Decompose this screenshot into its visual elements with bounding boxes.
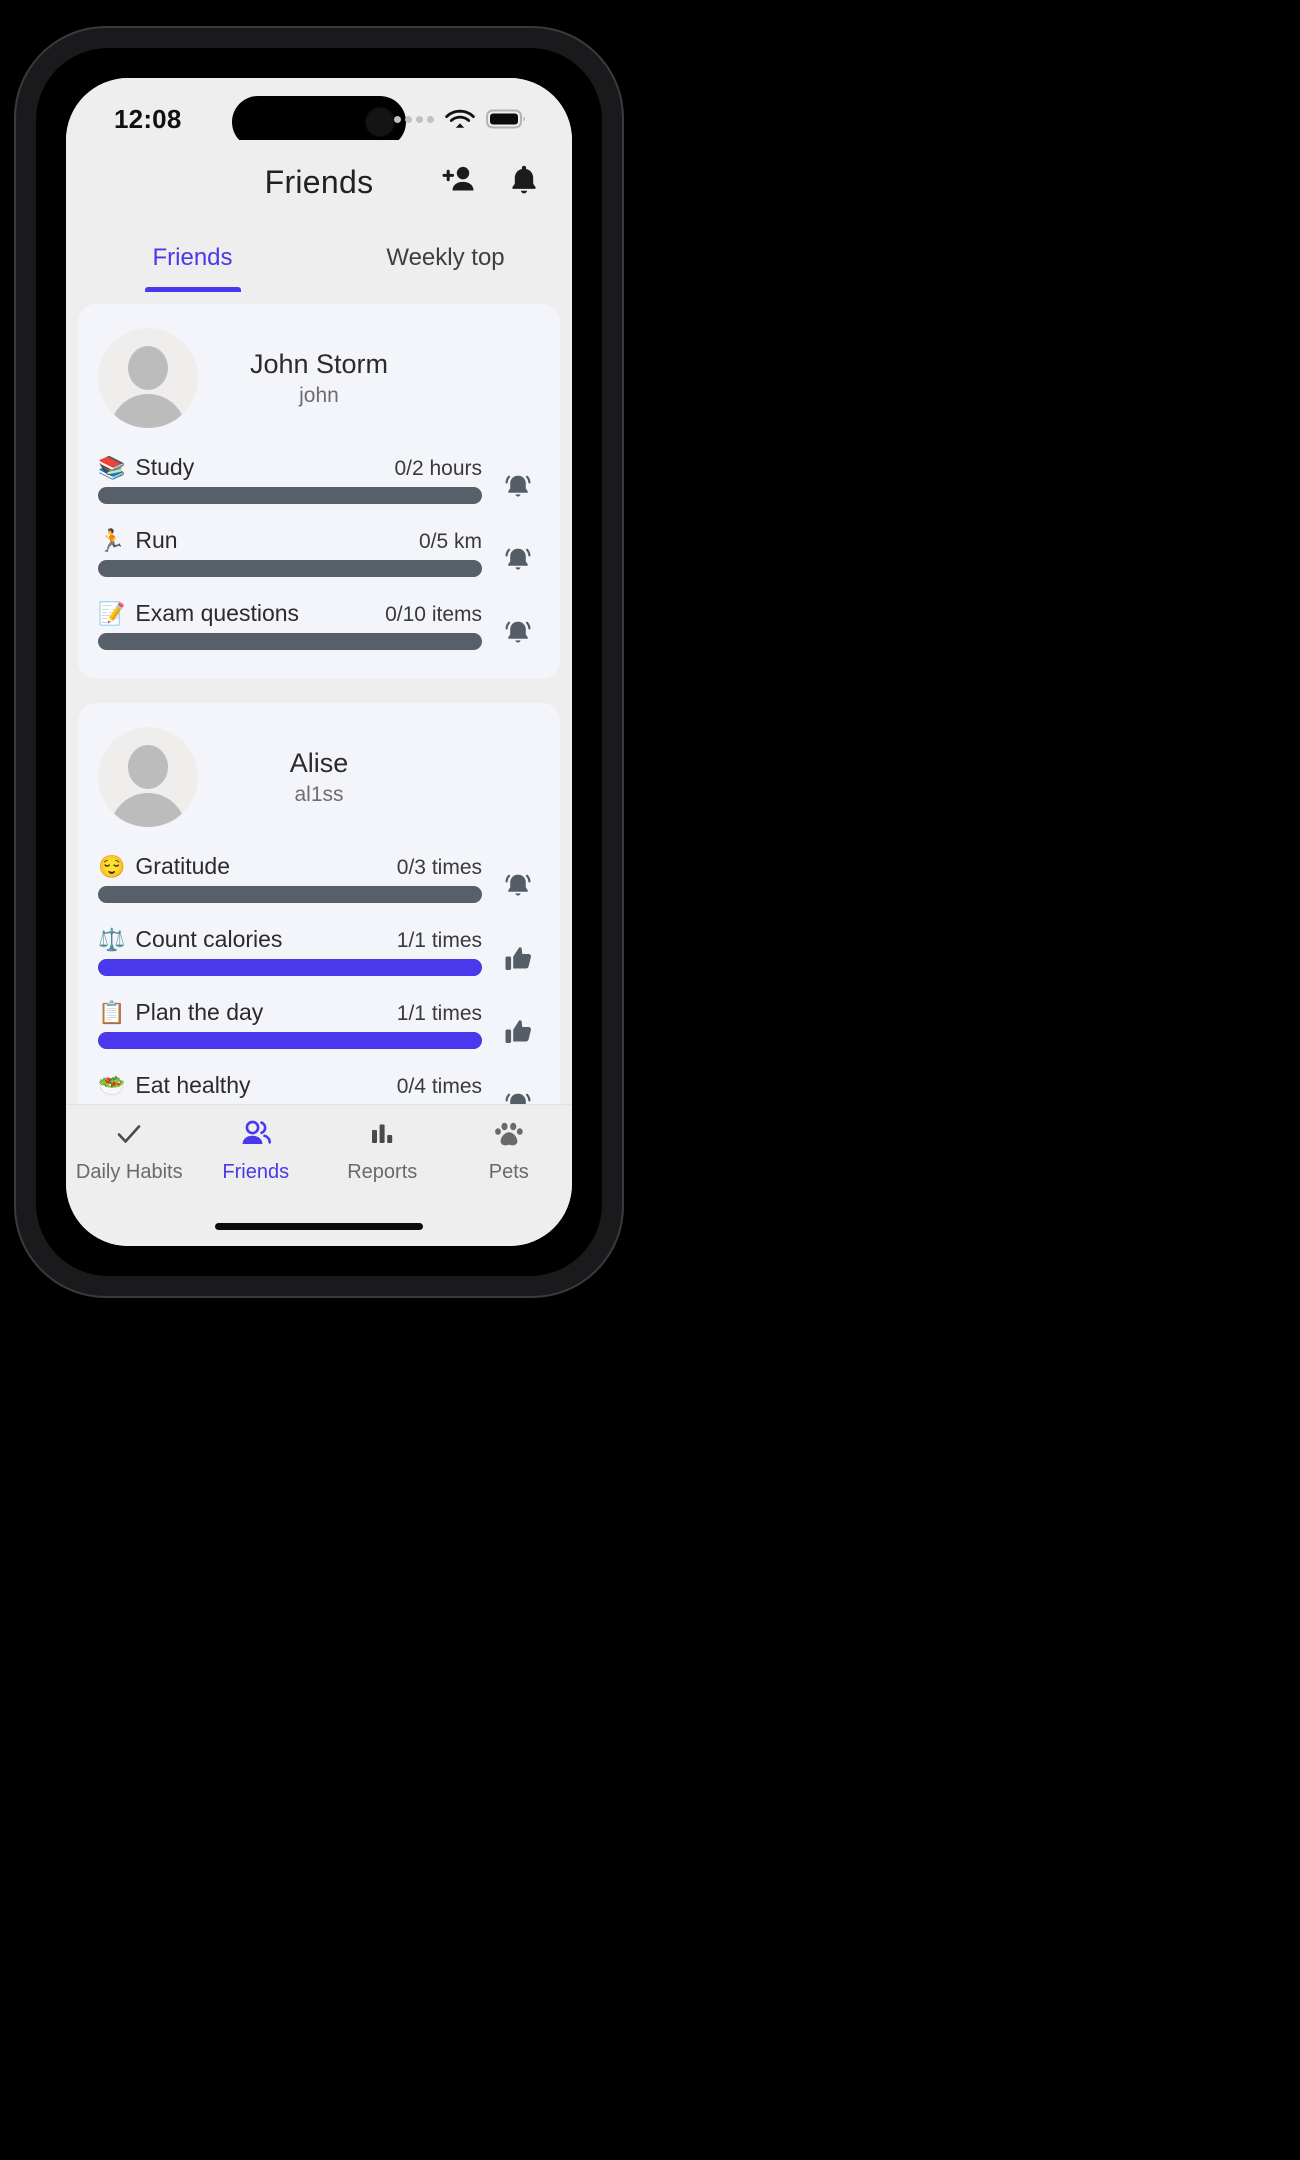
habit-emoji-icon: 📋 (98, 999, 126, 1025)
status-time: 12:08 (114, 104, 182, 134)
tab-friends[interactable]: Friends (66, 224, 319, 292)
status-indicators (394, 108, 528, 130)
friends-list[interactable]: John Storm john 📚 Study 0/2 hours 🏃 Run … (66, 292, 572, 1104)
paw-icon (493, 1119, 525, 1154)
home-indicator-area (66, 1204, 572, 1246)
home-indicator[interactable] (215, 1223, 423, 1230)
avatar-placeholder-icon (98, 727, 198, 827)
bottom-navigation[interactable]: Daily Habits Friends Reports Pets (66, 1104, 572, 1204)
habit-row[interactable]: 📋 Plan the day 1/1 times (98, 987, 540, 1060)
page-title: Friends (264, 163, 374, 200)
status-bar: 12:08 (66, 78, 572, 148)
habit-emoji-icon: 🏃 (98, 527, 126, 553)
habit-emoji-icon: 📝 (98, 600, 126, 626)
nav-label: Pets (488, 1161, 529, 1183)
phone-bezel: 12:08 Friends Friends Weekly top John St… (36, 48, 602, 1276)
bell-icon[interactable] (510, 164, 538, 201)
nav-item-reports[interactable]: Reports (319, 1119, 446, 1184)
people-icon (240, 1119, 272, 1154)
thumbs-up-icon[interactable] (496, 937, 540, 981)
habit-label: Study (135, 454, 195, 480)
habit-emoji-icon: 🥗 (98, 1072, 126, 1098)
habit-row[interactable]: 📚 Study 0/2 hours (98, 442, 540, 515)
bell-ring-icon[interactable] (496, 465, 540, 509)
habit-progress-bar (98, 633, 482, 650)
habit-label: Plan the day (135, 999, 264, 1025)
habit-emoji-icon: 😌 (98, 853, 126, 879)
habit-row[interactable]: 😌 Gratitude 0/3 times (98, 841, 540, 914)
nav-label: Reports (347, 1161, 418, 1183)
nav-item-daily-habits[interactable]: Daily Habits (66, 1119, 193, 1184)
bar-chart-icon (367, 1119, 397, 1154)
cellular-dots-icon (394, 115, 434, 123)
habit-row[interactable]: ⚖️ Count calories 1/1 times (98, 914, 540, 987)
tab-friends-label: Friends (152, 244, 233, 271)
habit-count: 0/2 hours (394, 456, 482, 480)
add-person-icon[interactable] (442, 165, 476, 200)
habit-count: 1/1 times (396, 928, 482, 952)
habit-count: 0/10 items (385, 602, 482, 626)
habit-progress-bar (98, 959, 482, 976)
habit-emoji-icon: ⚖️ (98, 926, 126, 952)
habit-count: 0/3 times (396, 855, 482, 879)
habit-progress-bar (98, 487, 482, 504)
habit-label: Eat healthy (135, 1072, 251, 1098)
nav-item-pets[interactable]: Pets (446, 1119, 573, 1184)
battery-full-icon (486, 108, 528, 130)
tab-weekly-top-label: Weekly top (386, 244, 505, 271)
tab-weekly-top[interactable]: Weekly top (319, 224, 572, 292)
habit-progress-bar (98, 560, 482, 577)
nav-label: Daily Habits (75, 1161, 183, 1183)
check-icon (114, 1119, 144, 1154)
friend-header: Alise al1ss (98, 725, 540, 829)
habit-progress-bar (98, 1032, 482, 1049)
habit-label: Run (135, 527, 178, 553)
thumbs-up-icon[interactable] (496, 1010, 540, 1054)
habit-emoji-icon: 📚 (98, 454, 126, 480)
header-actions (442, 164, 538, 201)
habit-row[interactable]: 🥗 Eat healthy 0/4 times (98, 1060, 540, 1104)
tab-bar[interactable]: Friends Weekly top (66, 224, 572, 292)
friend-header: John Storm john (98, 326, 540, 430)
front-camera-icon (366, 108, 394, 136)
nav-label: Friends (222, 1161, 290, 1183)
habit-count: 0/4 times (396, 1074, 482, 1098)
habit-row[interactable]: 🏃 Run 0/5 km (98, 515, 540, 588)
wifi-icon (445, 108, 475, 130)
habit-label: Gratitude (135, 853, 231, 879)
bell-ring-icon[interactable] (496, 611, 540, 655)
phone-frame: 12:08 Friends Friends Weekly top John St… (14, 26, 624, 1298)
habit-progress-bar (98, 886, 482, 903)
friend-card[interactable]: Alise al1ss 😌 Gratitude 0/3 times ⚖️ Cou… (78, 703, 560, 1104)
bell-ring-icon[interactable] (496, 538, 540, 582)
friend-card[interactable]: John Storm john 📚 Study 0/2 hours 🏃 Run … (78, 304, 560, 679)
phone-screen: 12:08 Friends Friends Weekly top John St… (66, 78, 572, 1246)
nav-item-friends[interactable]: Friends (193, 1119, 320, 1184)
habit-label: Exam questions (135, 600, 300, 626)
bell-ring-icon[interactable] (496, 1083, 540, 1104)
bell-ring-icon[interactable] (496, 864, 540, 908)
habit-label: Count calories (135, 926, 283, 952)
habit-count: 0/5 km (418, 529, 482, 553)
habit-row[interactable]: 📝 Exam questions 0/10 items (98, 588, 540, 661)
habit-count: 1/1 times (396, 1001, 482, 1025)
app-header: Friends (66, 140, 572, 224)
avatar-placeholder-icon (98, 328, 198, 428)
